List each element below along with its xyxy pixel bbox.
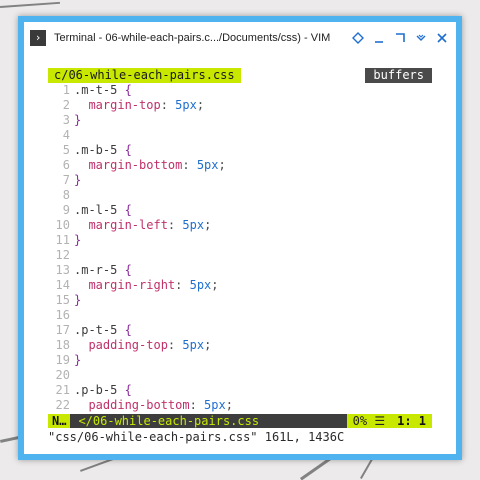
code-line: 18 padding-top: 5px; [48, 338, 432, 353]
line-number: 5 [62, 143, 70, 157]
code-line: 19} [48, 353, 432, 368]
window-controls [350, 30, 450, 46]
code-text: padding-top: 5px; [74, 338, 212, 352]
code-text: } [74, 353, 82, 367]
code-text: margin-top: 5px; [74, 98, 205, 112]
terminal-window: › Terminal - 06-while-each-pairs.c.../Do… [18, 16, 462, 460]
code-line: 17 .p-t-5 { [48, 323, 432, 338]
code-text: } [74, 173, 82, 187]
code-line: 1 .m-t-5 { [48, 83, 432, 98]
code-line: 8 [48, 188, 432, 203]
editor-buffer[interactable]: 1 .m-t-5 {2 margin-top: 5px; 3} 4 5 .m-b-5 {6… [48, 83, 432, 413]
code-line: 11} [48, 233, 432, 248]
vim-tabline: c/06-while-each-pairs.css buffers [48, 68, 432, 83]
code-text: margin-bottom: 5px; [74, 158, 226, 172]
status-filename: </06-while-each-pairs.css [70, 414, 347, 428]
line-number: 18 [55, 338, 70, 352]
line-number: 6 [62, 158, 70, 172]
window-title: Terminal - 06-while-each-pairs.c.../Docu… [54, 32, 331, 44]
menu-icon[interactable] [413, 30, 429, 46]
line-number: 1 [62, 83, 70, 97]
line-number: 15 [55, 293, 70, 307]
line-number: 11 [55, 233, 70, 247]
status-position: 1: 1 [391, 414, 432, 428]
line-number: 17 [55, 323, 70, 337]
line-number: 7 [62, 173, 70, 187]
line-number: 20 [55, 368, 70, 382]
terminal-app-icon: › [30, 30, 46, 46]
code-text: } [74, 233, 82, 247]
line-number: 3 [62, 113, 70, 127]
maximize-icon[interactable] [392, 30, 408, 46]
code-line: 10 margin-left: 5px; [48, 218, 432, 233]
code-text: margin-left: 5px; [74, 218, 212, 232]
line-number: 2 [62, 98, 70, 112]
title-bar[interactable]: › Terminal - 06-while-each-pairs.c.../Do… [24, 22, 456, 54]
tabline-fill [240, 68, 366, 83]
line-number: 14 [55, 278, 70, 292]
line-number: 19 [55, 353, 70, 367]
code-text: margin-right: 5px; [74, 278, 219, 292]
code-line: 4 [48, 128, 432, 143]
vim-statusline: N… </06-while-each-pairs.css 0% ☰ 1: 1 [48, 414, 432, 428]
sticky-icon[interactable] [350, 30, 366, 46]
code-text: .p-b-5 { [74, 383, 132, 397]
code-line: 22 padding-bottom: 5px; [48, 398, 432, 413]
line-number: 21 [55, 383, 70, 397]
line-number: 10 [55, 218, 70, 232]
code-line: 12 [48, 248, 432, 263]
code-text: .m-t-5 { [74, 83, 132, 97]
line-number: 9 [62, 203, 70, 217]
code-line: 7} [48, 173, 432, 188]
command-line[interactable]: "css/06-while-each-pairs.css" 161L, 1436… [48, 430, 432, 444]
code-line: 9 .m-l-5 { [48, 203, 432, 218]
code-text: } [74, 113, 82, 127]
line-number: 12 [55, 248, 70, 262]
code-text: } [74, 293, 82, 307]
line-number: 16 [55, 308, 70, 322]
code-line: 16 [48, 308, 432, 323]
minimize-icon[interactable] [371, 30, 387, 46]
close-icon[interactable] [434, 30, 450, 46]
code-line: 13 .m-r-5 { [48, 263, 432, 278]
line-number: 8 [62, 188, 70, 202]
buffers-label: buffers [365, 68, 432, 83]
code-text: .p-t-5 { [74, 323, 132, 337]
line-number: 22 [55, 398, 70, 412]
code-line: 20 [48, 368, 432, 383]
mode-indicator: N… [48, 414, 71, 428]
code-text: .m-l-5 { [74, 203, 132, 217]
code-line: 3} [48, 113, 432, 128]
code-line: 6 margin-bottom: 5px; [48, 158, 432, 173]
code-text: .m-b-5 { [74, 143, 132, 157]
terminal-area[interactable]: c/06-while-each-pairs.css buffers 1 .m-t-… [24, 54, 456, 454]
line-number: 4 [62, 128, 70, 142]
code-line: 5 .m-b-5 { [48, 143, 432, 158]
code-line: 2 margin-top: 5px; [48, 98, 432, 113]
code-line: 15} [48, 293, 432, 308]
line-number: 13 [55, 263, 70, 277]
tab-active-file[interactable]: c/06-while-each-pairs.css [48, 68, 241, 83]
code-text: padding-bottom: 5px; [74, 398, 233, 412]
code-line: 21 .p-b-5 { [48, 383, 432, 398]
code-line: 14 margin-right: 5px; [48, 278, 432, 293]
code-text: .m-r-5 { [74, 263, 132, 277]
status-percent: 0% ☰ [346, 414, 392, 428]
